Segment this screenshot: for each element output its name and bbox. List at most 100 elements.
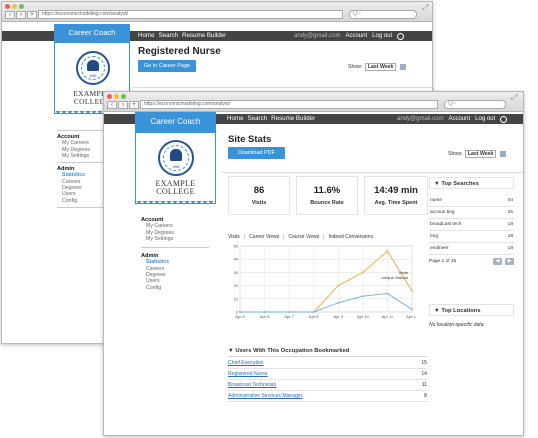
x-tick-label: Apr 11 [382, 314, 394, 319]
data-point [288, 311, 291, 313]
data-point [337, 301, 340, 304]
top-locations-title: Top Locations [441, 308, 481, 314]
brand-title[interactable]: Career Coach [135, 117, 216, 126]
nav-home[interactable]: Home [227, 114, 244, 124]
browser-search-field[interactable]: Q~ [444, 100, 506, 109]
collapse-arrow-icon: ▼ [434, 181, 440, 187]
top-searches-list: nurse 44 accoun ting 25 broadcast tech 18 e… [429, 195, 514, 265]
logout-link[interactable]: Log out [372, 31, 392, 41]
browser-window-foreground: ‹ › + https://economicmodeling.com/analy… [103, 91, 524, 436]
tab-visits[interactable]: Visits [228, 234, 240, 240]
stat-label: Bounce Rate [310, 200, 344, 206]
forward-button[interactable]: › [118, 101, 128, 109]
list-item[interactable]: nurse 44 [429, 195, 514, 207]
occupation-link[interactable]: Administrative Services Manager [228, 391, 302, 401]
settings-gear-icon[interactable] [500, 115, 508, 123]
tab-course-views[interactable]: Course Views [288, 234, 319, 240]
bookmark-count: 11 [421, 382, 427, 388]
settings-gear-icon[interactable] [397, 32, 405, 40]
browser-search-field[interactable]: Q~ [349, 10, 417, 19]
page-title: Site Stats [228, 134, 272, 145]
stat-label: Visits [251, 200, 267, 206]
bookmark-count: 15 [421, 360, 427, 366]
zoom-window-button[interactable] [19, 4, 24, 9]
chevron-down-icon[interactable] [399, 63, 406, 70]
user-email: andy@gmail.com [397, 116, 444, 122]
add-tab-button[interactable]: + [27, 11, 37, 19]
top-locations-header[interactable]: ▼ Top Locations [429, 304, 514, 316]
zoom-window-button[interactable] [121, 94, 126, 99]
resize-icon[interactable]: ⤢ [422, 3, 428, 13]
address-bar[interactable]: https://economicmodeling.com/analyst/ [140, 100, 438, 109]
top-locations-empty: No location-specific data. [429, 322, 485, 328]
user-menu: andy@gmail.com Account Log out [294, 31, 405, 41]
data-point [312, 311, 315, 313]
pagination: Page 1 of 15 ◀ ▶ [429, 258, 514, 265]
back-button[interactable]: ‹ [5, 11, 15, 19]
close-window-button[interactable] [107, 94, 112, 99]
y-tick-label: 50 [234, 244, 239, 249]
bell-icon [170, 149, 182, 161]
sidebar-item-config[interactable]: Config [141, 285, 209, 291]
back-button[interactable]: ‹ [107, 101, 117, 109]
date-range-select[interactable]: Last Week [364, 63, 397, 71]
data-point [239, 311, 241, 313]
prev-page-button[interactable]: ◀ [493, 258, 502, 265]
x-tick-label: Apr 8 [309, 314, 319, 319]
sidebar-item-my-settings[interactable]: My Settings [141, 236, 209, 242]
data-point [263, 311, 266, 313]
list-item[interactable]: eng 18 [429, 231, 514, 243]
y-tick-label: 40 [234, 257, 239, 262]
close-window-button[interactable] [5, 4, 10, 9]
resize-icon[interactable]: ⤢ [511, 93, 517, 103]
occupation-link[interactable]: Registered Nurse [228, 369, 268, 379]
minimize-window-button[interactable] [12, 4, 17, 9]
download-pdf-button[interactable]: Download PDF [228, 147, 285, 159]
brand-title[interactable]: Career Coach [54, 28, 130, 37]
list-item[interactable]: broadcast tech 18 [429, 219, 514, 231]
x-tick-label: Apr 6 [260, 314, 270, 319]
forward-button[interactable]: › [16, 11, 26, 19]
college-logo: 1961 EXAMPLE COLLEGE [135, 132, 216, 205]
window-controls [5, 4, 24, 9]
page-indicator: Page 1 of 15 [429, 259, 457, 264]
nav-resume-builder[interactable]: Resume Builder [182, 31, 226, 41]
nav-resume-builder[interactable]: Resume Builder [271, 114, 315, 124]
occupation-link[interactable]: Chief Executive [228, 358, 263, 368]
main-nav: Home Search Resume Builder [138, 31, 226, 41]
chevron-down-icon[interactable] [499, 150, 506, 157]
sidebar: Account My Careers My Degrees My Setting… [141, 217, 209, 291]
occupation-link[interactable]: Broadcast Technician [228, 380, 276, 390]
x-tick-label: Apr 5 [235, 314, 245, 319]
go-to-career-page-button[interactable]: Go to Career Page [138, 60, 196, 72]
college-crest-icon: 1961 [76, 51, 110, 85]
logout-link[interactable]: Log out [475, 114, 495, 124]
account-link[interactable]: Account [345, 31, 367, 41]
tab-indeed-conversions[interactable]: Indeed Conversions [328, 234, 372, 240]
list-item[interactable]: accoun ting 25 [429, 207, 514, 219]
account-link[interactable]: Account [448, 114, 470, 124]
bookmark-count: 14 [421, 371, 427, 377]
brand-header: Career Coach [54, 24, 130, 42]
bell-icon [87, 60, 99, 71]
user-email: andy@gmail.com [294, 33, 341, 39]
nav-search[interactable]: Search [248, 114, 268, 124]
top-searches-title: Top Searches [441, 181, 479, 187]
tab-career-views[interactable]: Career Views [249, 234, 279, 240]
bookmarks-title: Users With This Occupation Bookmarked [235, 348, 350, 354]
date-range-select[interactable]: Last Week [464, 150, 497, 158]
nav-home[interactable]: Home [138, 31, 155, 41]
bookmarks-table: Chief Executive 15 Registered Nurse 14 B… [228, 358, 427, 402]
y-tick-label: 20 [234, 283, 239, 288]
add-tab-button[interactable]: + [129, 101, 139, 109]
top-searches-header[interactable]: ▼ Top Searches [429, 177, 514, 189]
visits-line-chart: 01020304050Apr 5 Apr 6 Apr 7 Apr 8 Apr 9 Apr … [234, 244, 419, 320]
data-point [361, 295, 364, 298]
nav-search[interactable]: Search [159, 31, 179, 41]
bookmarks-header[interactable]: ▼ Users With This Occupation Bookmarked [228, 345, 427, 357]
next-page-button[interactable]: ▶ [505, 258, 514, 265]
window-controls [107, 94, 126, 99]
address-bar[interactable]: https://economicmodeling.com/analyst/ [38, 10, 343, 19]
list-item[interactable]: endineer 18 [429, 243, 514, 255]
minimize-window-button[interactable] [114, 94, 119, 99]
